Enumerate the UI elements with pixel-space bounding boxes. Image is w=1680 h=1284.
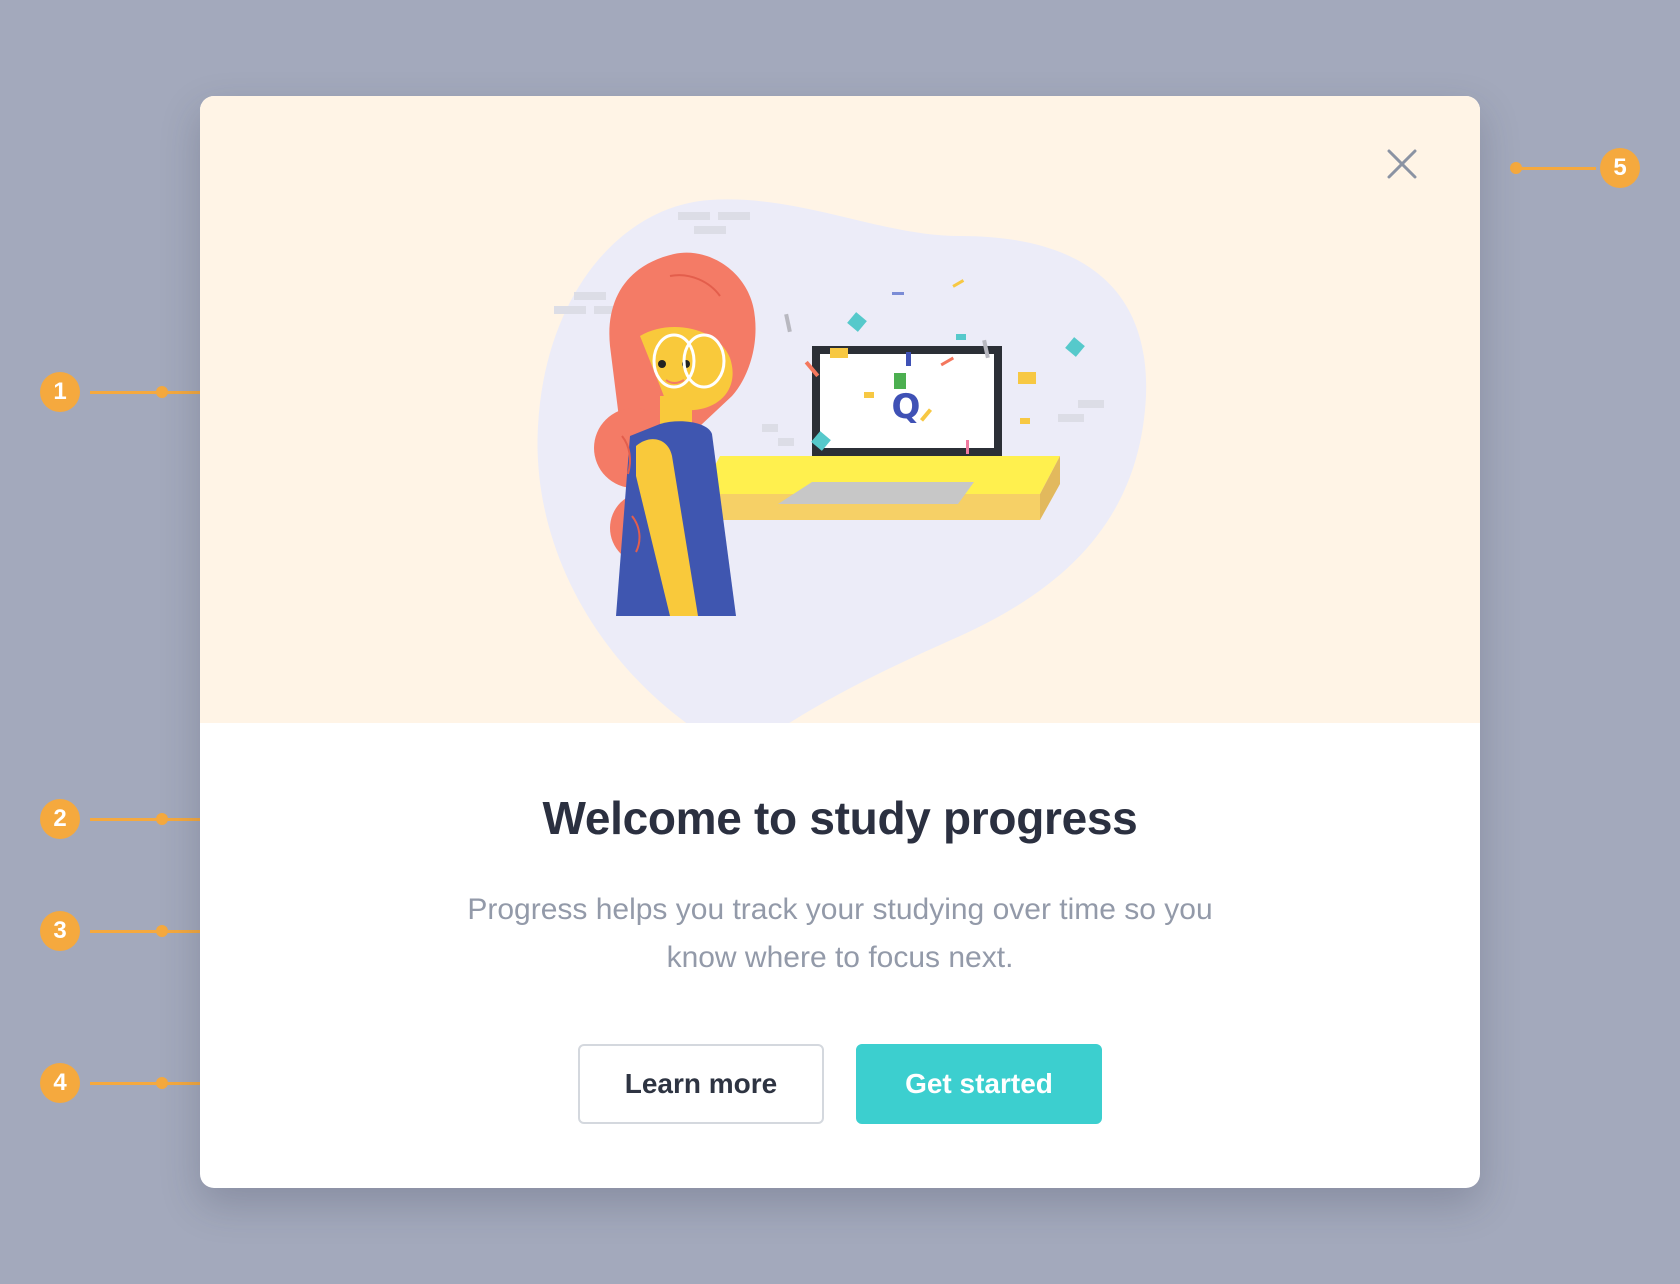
annotation-marker-4: 4 — [40, 1063, 200, 1103]
modal-description: Progress helps you track your studying o… — [467, 893, 1213, 974]
modal-title: Welcome to study progress — [542, 792, 1138, 844]
annotation-marker-1: 1 — [40, 372, 200, 412]
get-started-button[interactable]: Get started — [856, 1044, 1102, 1124]
annotation-dot — [156, 813, 168, 825]
annotation-badge: 2 — [40, 799, 80, 839]
annotation-marker-5: 5 — [1510, 148, 1640, 188]
annotation-line — [1516, 167, 1596, 170]
annotation-dot — [156, 386, 168, 398]
annotation-marker-2: 2 — [40, 799, 200, 839]
study-illustration: Q — [537, 199, 1147, 723]
welcome-modal: Q Welcome to study progress Progress hel… — [200, 96, 1480, 1188]
annotation-badge: 5 — [1600, 148, 1640, 188]
annotation-badge: 1 — [40, 372, 80, 412]
annotation-line — [90, 391, 200, 394]
annotation-marker-3: 3 — [40, 911, 200, 951]
annotation-badge: 3 — [40, 911, 80, 951]
close-icon — [1387, 149, 1417, 179]
learn-more-button[interactable]: Learn more — [578, 1044, 824, 1124]
annotation-line — [90, 1082, 200, 1085]
svg-text:Q: Q — [892, 387, 921, 427]
hero-illustration-panel: Q — [200, 96, 1480, 723]
annotation-dot — [156, 925, 168, 937]
annotation-badge: 4 — [40, 1063, 80, 1103]
close-button[interactable] — [1380, 142, 1424, 186]
annotation-dot — [156, 1077, 168, 1089]
annotation-line — [90, 818, 200, 821]
annotation-line — [90, 930, 200, 933]
